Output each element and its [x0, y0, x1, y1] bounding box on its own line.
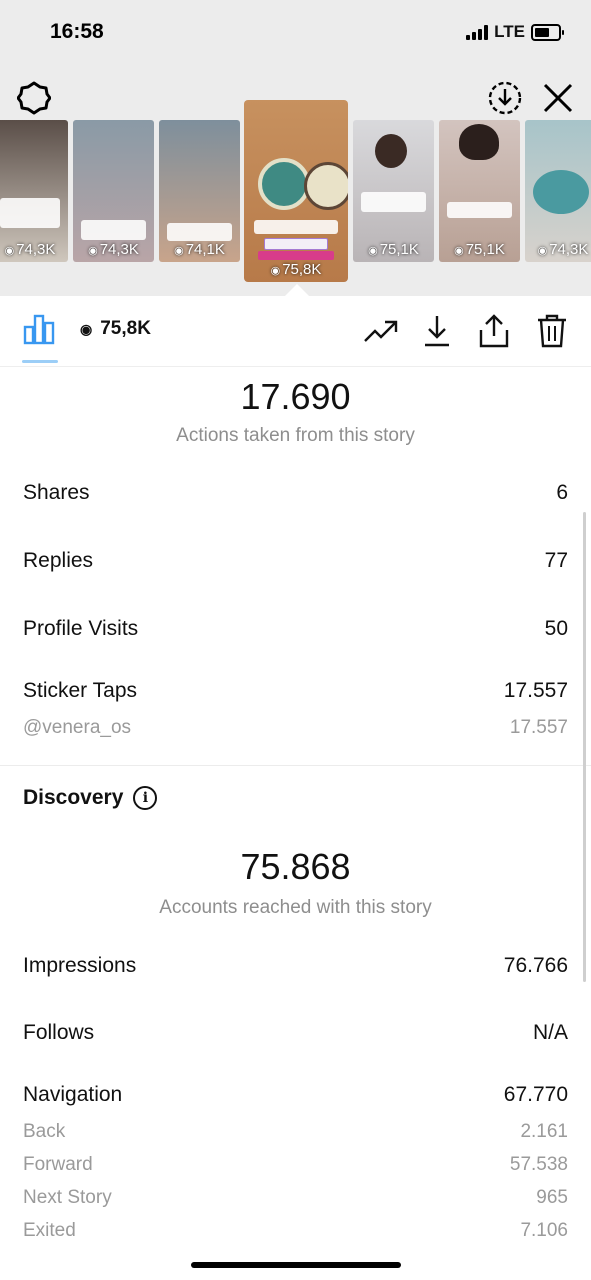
stat-subrow-exited: Exited 7.106	[23, 1220, 568, 1242]
views-count: ◉ 75,8K	[80, 318, 151, 340]
reach-caption: Accounts reached with this story	[159, 897, 432, 918]
stat-value: 67.770	[503, 1083, 568, 1106]
save-story-icon[interactable]	[487, 80, 523, 116]
section-divider	[0, 765, 591, 766]
stat-value: 965	[536, 1187, 568, 1208]
story-view-count: ◉ 75,1K	[454, 241, 505, 258]
signal-icon	[466, 24, 489, 40]
stat-value: 7.106	[520, 1220, 568, 1241]
eye-icon: ◉	[4, 245, 15, 257]
story-toolbar: ◉ 75,8K	[0, 296, 591, 367]
eye-icon: ◉	[88, 245, 98, 257]
network-label: LTE	[494, 22, 525, 41]
stat-label: Shares	[23, 481, 90, 504]
story-thumbnails: ◉ 74,3K ◉ 74,3K ◉ 74,1K ◉ 75,8K ◉ 75,1K ◉ 75,1…	[0, 100, 591, 300]
bowl-shape	[304, 162, 348, 210]
trash-icon[interactable]	[534, 312, 570, 350]
stat-label: Exited	[23, 1220, 76, 1241]
trending-icon[interactable]	[362, 314, 400, 348]
active-tab-indicator	[22, 360, 58, 363]
eye-icon: ◉	[270, 265, 281, 277]
stat-row-follows: Follows N/A	[23, 1021, 568, 1045]
stat-subrow-back: Back 2.161	[23, 1121, 568, 1143]
stat-label: Next Story	[23, 1187, 112, 1208]
stat-value: N/A	[532, 1021, 568, 1044]
story-view-count: ◉ 75,1K	[368, 241, 419, 258]
views-value: 75,8K	[100, 318, 151, 339]
story-view-count: ◉ 74,3K	[537, 241, 589, 258]
stat-row-profile-visits: Profile Visits 50	[23, 617, 568, 641]
stat-value: 6	[556, 481, 568, 504]
section-title: Discovery	[23, 786, 124, 809]
stat-value: 50	[544, 617, 568, 640]
status-time: 16:58	[50, 20, 104, 43]
header-area: 16:58 LTE ◉ 74,3K ◉ 74,3K ◉ 74,1K ◉ 75,8…	[0, 0, 591, 296]
stat-label: Replies	[23, 549, 94, 572]
bowl-shape	[258, 158, 310, 210]
story-thumbnail[interactable]: ◉ 74,3K	[0, 120, 68, 262]
stat-value: 76.766	[503, 954, 568, 977]
stat-subrow-mention: @venera_os 17.557	[23, 717, 568, 739]
stat-label: Sticker Taps	[23, 679, 137, 702]
stat-subrow-forward: Forward 57.538	[23, 1154, 568, 1176]
stat-row-shares: Shares 6	[23, 481, 568, 505]
actions-caption: Actions taken from this story	[176, 425, 415, 446]
home-indicator[interactable]	[191, 1262, 401, 1268]
stat-label: Back	[23, 1121, 66, 1142]
close-icon[interactable]	[540, 80, 576, 116]
story-view-count: ◉ 74,3K	[4, 241, 56, 258]
story-view-count: ◉ 74,3K	[88, 241, 139, 258]
story-thumbnail[interactable]: ◉ 74,3K	[525, 120, 591, 262]
stat-value: 57.538	[509, 1154, 568, 1175]
stat-subrow-next-story: Next Story 965	[23, 1187, 568, 1209]
story-view-count: ◉ 74,1K	[174, 241, 225, 258]
stat-row-navigation: Navigation 67.770	[23, 1083, 568, 1107]
eye-icon: ◉	[537, 245, 548, 257]
story-thumbnail[interactable]: ◉ 74,1K	[159, 120, 240, 262]
stat-label: Impressions	[23, 954, 137, 977]
eye-icon: ◉	[174, 245, 184, 257]
stat-row-sticker-taps: Sticker Taps 17.557	[23, 679, 568, 703]
stat-label: Profile Visits	[23, 617, 139, 640]
story-thumbnail[interactable]: ◉ 75,1K	[353, 120, 434, 262]
stat-label: Forward	[23, 1154, 93, 1175]
info-icon[interactable]: i	[133, 786, 158, 810]
stat-label: @venera_os	[23, 717, 132, 738]
eye-icon: ◉	[80, 320, 93, 337]
gear-icon[interactable]	[16, 80, 52, 116]
download-icon[interactable]	[420, 312, 454, 350]
story-thumbnail[interactable]: ◉ 74,3K	[73, 120, 154, 262]
story-thumbnail[interactable]: ◉ 75,1K	[439, 120, 520, 262]
share-icon[interactable]	[476, 312, 512, 350]
eye-icon: ◉	[368, 245, 378, 257]
stat-row-replies: Replies 77	[23, 549, 568, 573]
stat-label: Follows	[23, 1021, 95, 1044]
stat-value: 17.557	[503, 679, 568, 702]
eye-icon: ◉	[454, 245, 464, 257]
story-view-count: ◉ 75,8K	[270, 261, 322, 278]
stat-row-impressions: Impressions 76.766	[23, 954, 568, 978]
stat-value: 77	[544, 549, 568, 572]
reach-total: 75.868	[240, 846, 351, 887]
scrollbar[interactable]	[583, 512, 586, 982]
story-thumbnail-selected[interactable]: ◉ 75,8K	[244, 100, 348, 282]
discovery-heading: Discovery i	[23, 786, 158, 810]
stat-label: Navigation	[23, 1083, 123, 1106]
stat-value: 2.161	[520, 1121, 568, 1142]
status-indicators: LTE	[466, 22, 564, 42]
battery-icon	[531, 23, 564, 41]
stat-value: 17.557	[509, 717, 568, 738]
actions-total: 17.690	[240, 376, 351, 417]
insights-chart-icon[interactable]	[20, 312, 60, 346]
